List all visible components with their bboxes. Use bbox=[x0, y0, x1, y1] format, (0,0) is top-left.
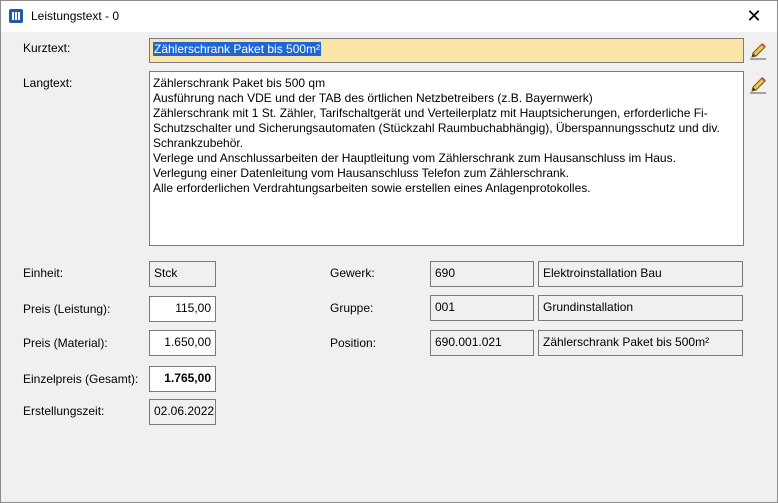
preis-leistung-input[interactable]: 115,00 bbox=[149, 296, 216, 322]
langtext-label: Langtext: bbox=[23, 76, 73, 90]
kurztext-input[interactable]: Zählerschrank Paket bis 500m² bbox=[149, 38, 744, 63]
app-icon bbox=[9, 9, 23, 23]
langtext-line: Schrankzubehör. bbox=[153, 136, 244, 150]
preis-material-input[interactable]: 1.650,00 bbox=[149, 330, 216, 356]
langtext-line: Zählerschrank Paket bis 500 qm bbox=[153, 76, 326, 90]
kurztext-label: Kurztext: bbox=[23, 41, 71, 55]
einzelpreis-field: 1.765,00 bbox=[149, 366, 216, 392]
langtext-line: Verlegung einer Datenleitung vom Hausans… bbox=[153, 166, 570, 180]
gruppe-label: Gruppe: bbox=[330, 301, 374, 315]
dialog-window: Leistungstext - 0 ✕ Kurztext: Zählerschr… bbox=[0, 0, 778, 503]
gewerk-name-field: Elektroinstallation Bau bbox=[538, 261, 743, 287]
langtext-line: Zählerschrank mit 1 St. Zähler, Tarifsch… bbox=[153, 106, 708, 120]
einheit-field: Stck bbox=[149, 261, 216, 287]
gewerk-label: Gewerk: bbox=[330, 266, 375, 280]
pencil-icon[interactable] bbox=[748, 41, 768, 61]
position-name-field: Zählerschrank Paket bis 500m² bbox=[538, 330, 743, 356]
gewerk-code-field: 690 bbox=[430, 261, 534, 287]
einheit-label: Einheit: bbox=[23, 266, 64, 280]
close-icon: ✕ bbox=[746, 6, 762, 26]
langtext-line: Ausführung nach VDE und der TAB des örtl… bbox=[153, 91, 593, 105]
gruppe-code-field: 001 bbox=[430, 295, 534, 321]
kurztext-selected-text: Zählerschrank Paket bis 500m² bbox=[153, 42, 322, 56]
preis-leistung-label: Preis (Leistung): bbox=[23, 302, 111, 316]
langtext-line: Alle erforderlichen Verdrahtungsarbeiten… bbox=[153, 181, 591, 195]
pencil-icon[interactable] bbox=[748, 75, 768, 95]
erstellungszeit-field: 02.06.2022 bbox=[149, 399, 216, 425]
preis-material-label: Preis (Material): bbox=[23, 336, 108, 350]
langtext-line: Schutzschalter und Sicherungsautomaten (… bbox=[153, 121, 720, 135]
langtext-textarea[interactable]: Zählerschrank Paket bis 500 qm Ausführun… bbox=[149, 71, 744, 246]
langtext-line: Verlege und Anschlussarbeiten der Hauptl… bbox=[153, 151, 676, 165]
einzelpreis-label: Einzelpreis (Gesamt): bbox=[23, 372, 139, 386]
close-button[interactable]: ✕ bbox=[731, 1, 777, 32]
position-code-field: 690.001.021 bbox=[430, 330, 534, 356]
window-title: Leistungstext - 0 bbox=[31, 9, 120, 23]
title-bar[interactable]: Leistungstext - 0 ✕ bbox=[1, 1, 777, 32]
gruppe-name-field: Grundinstallation bbox=[538, 295, 743, 321]
erstellungszeit-label: Erstellungszeit: bbox=[23, 404, 105, 418]
position-label: Position: bbox=[330, 336, 377, 350]
